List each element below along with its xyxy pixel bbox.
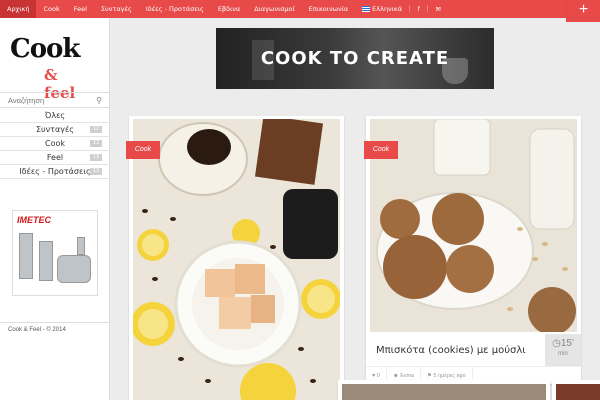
- greek-flag-icon: [362, 6, 371, 12]
- ad-brand-text: IMETEC: [17, 215, 52, 225]
- post-image[interactable]: [370, 119, 577, 332]
- category-item-recipes[interactable]: Συνταγές 12: [0, 123, 110, 137]
- nav-item-feel[interactable]: Feel: [67, 0, 94, 18]
- category-item-feel[interactable]: Feel 13: [0, 151, 110, 165]
- ad-product-image: [77, 237, 85, 255]
- plus-button[interactable]: +: [566, 0, 600, 22]
- prep-time-unit: min: [558, 351, 568, 357]
- category-label: Ιδέες - Προτάσεις: [19, 167, 91, 176]
- post-photo-cookies: [370, 119, 577, 332]
- clock-icon: ◷15': [552, 338, 574, 349]
- category-item-ideas[interactable]: Ιδέες - Προτάσεις 13: [0, 165, 110, 179]
- banner-text: COOK TO CREATE: [260, 48, 450, 69]
- nav-item-ideas[interactable]: Ιδέες - Προτάσεις: [139, 0, 211, 18]
- category-label: Feel: [46, 153, 64, 162]
- banner-photo-glass: [442, 58, 468, 84]
- search-box: ⚲: [0, 92, 110, 108]
- ad-product-image: [39, 241, 53, 281]
- post-image[interactable]: [556, 384, 600, 400]
- facebook-icon[interactable]: f: [411, 0, 427, 18]
- nav-item-contests[interactable]: Διαγωνισμοί: [247, 0, 301, 18]
- post-title[interactable]: Μπισκότα (cookies) με μούσλι: [376, 345, 526, 356]
- likes-count: 0: [376, 372, 380, 379]
- post-title-row: Μπισκότα (cookies) με μούσλι ◷15' min: [366, 334, 581, 366]
- banner-photo-cup: [252, 40, 274, 80]
- category-badge[interactable]: Cook: [126, 141, 160, 159]
- post-card[interactable]: [552, 380, 600, 400]
- post-photo-lemon-bars: [133, 119, 340, 400]
- prep-time-value: 15': [560, 338, 574, 349]
- search-icon[interactable]: ⚲: [96, 96, 102, 105]
- nav-item-language[interactable]: Ελληνικά: [355, 0, 409, 18]
- post-card[interactable]: [129, 116, 344, 400]
- tag-icon: ⚑: [426, 372, 432, 379]
- category-count: 12: [90, 140, 102, 147]
- logo-cook-text: Cook: [10, 34, 80, 64]
- post-card[interactable]: [338, 380, 550, 400]
- category-badge[interactable]: Cook: [364, 141, 398, 159]
- category-list: Όλες Συνταγές 12 Cook 12 Feel 13 Ιδέες -…: [0, 109, 110, 179]
- heart-icon: ♥: [372, 372, 376, 379]
- advertisement-banner[interactable]: IMETEC: [12, 210, 98, 296]
- nav-item-evdina[interactable]: Εβδινα: [211, 0, 247, 18]
- prep-time: ◷15' min: [545, 334, 581, 366]
- ad-product-image: [57, 255, 91, 283]
- category-count: 13: [90, 154, 102, 161]
- copyright-text: Cook & Feel - © 2014: [0, 322, 110, 337]
- nav-item-home[interactable]: Αρχική: [0, 0, 37, 18]
- post-date: 5 ημέρες ago: [433, 372, 466, 379]
- language-label: Ελληνικά: [372, 5, 403, 13]
- category-item-all[interactable]: Όλες: [0, 109, 110, 123]
- category-label: Όλες: [44, 111, 66, 120]
- post-image[interactable]: [342, 384, 546, 400]
- category-count: 13: [90, 168, 102, 175]
- category-count: 12: [90, 126, 102, 133]
- category-label: Συνταγές: [36, 125, 74, 134]
- nav-item-contact[interactable]: Επικοινωνία: [302, 0, 355, 18]
- post-image[interactable]: [133, 119, 340, 400]
- email-icon[interactable]: ✉: [428, 0, 447, 18]
- post-card[interactable]: Μπισκότα (cookies) με μούσλι ◷15' min ♥ …: [366, 116, 581, 384]
- author-name: Evina: [400, 372, 414, 379]
- promo-banner[interactable]: COOK TO CREATE: [216, 28, 494, 89]
- site-logo[interactable]: Cook & feel: [10, 32, 90, 102]
- search-input[interactable]: [8, 95, 86, 105]
- category-item-cook[interactable]: Cook 12: [0, 137, 110, 151]
- top-navigation: Αρχική Cook Feel Συνταγές Ιδέες - Προτάσ…: [0, 0, 600, 22]
- user-icon: ☻: [392, 372, 399, 379]
- sidebar: Cook & feel ⚲ Όλες Συνταγές 12 Cook 12 F…: [0, 18, 110, 400]
- ad-product-image: [19, 233, 33, 279]
- nav-item-recipes[interactable]: Συνταγές: [94, 0, 139, 18]
- nav-item-cook[interactable]: Cook: [36, 0, 66, 18]
- category-label: Cook: [44, 139, 65, 148]
